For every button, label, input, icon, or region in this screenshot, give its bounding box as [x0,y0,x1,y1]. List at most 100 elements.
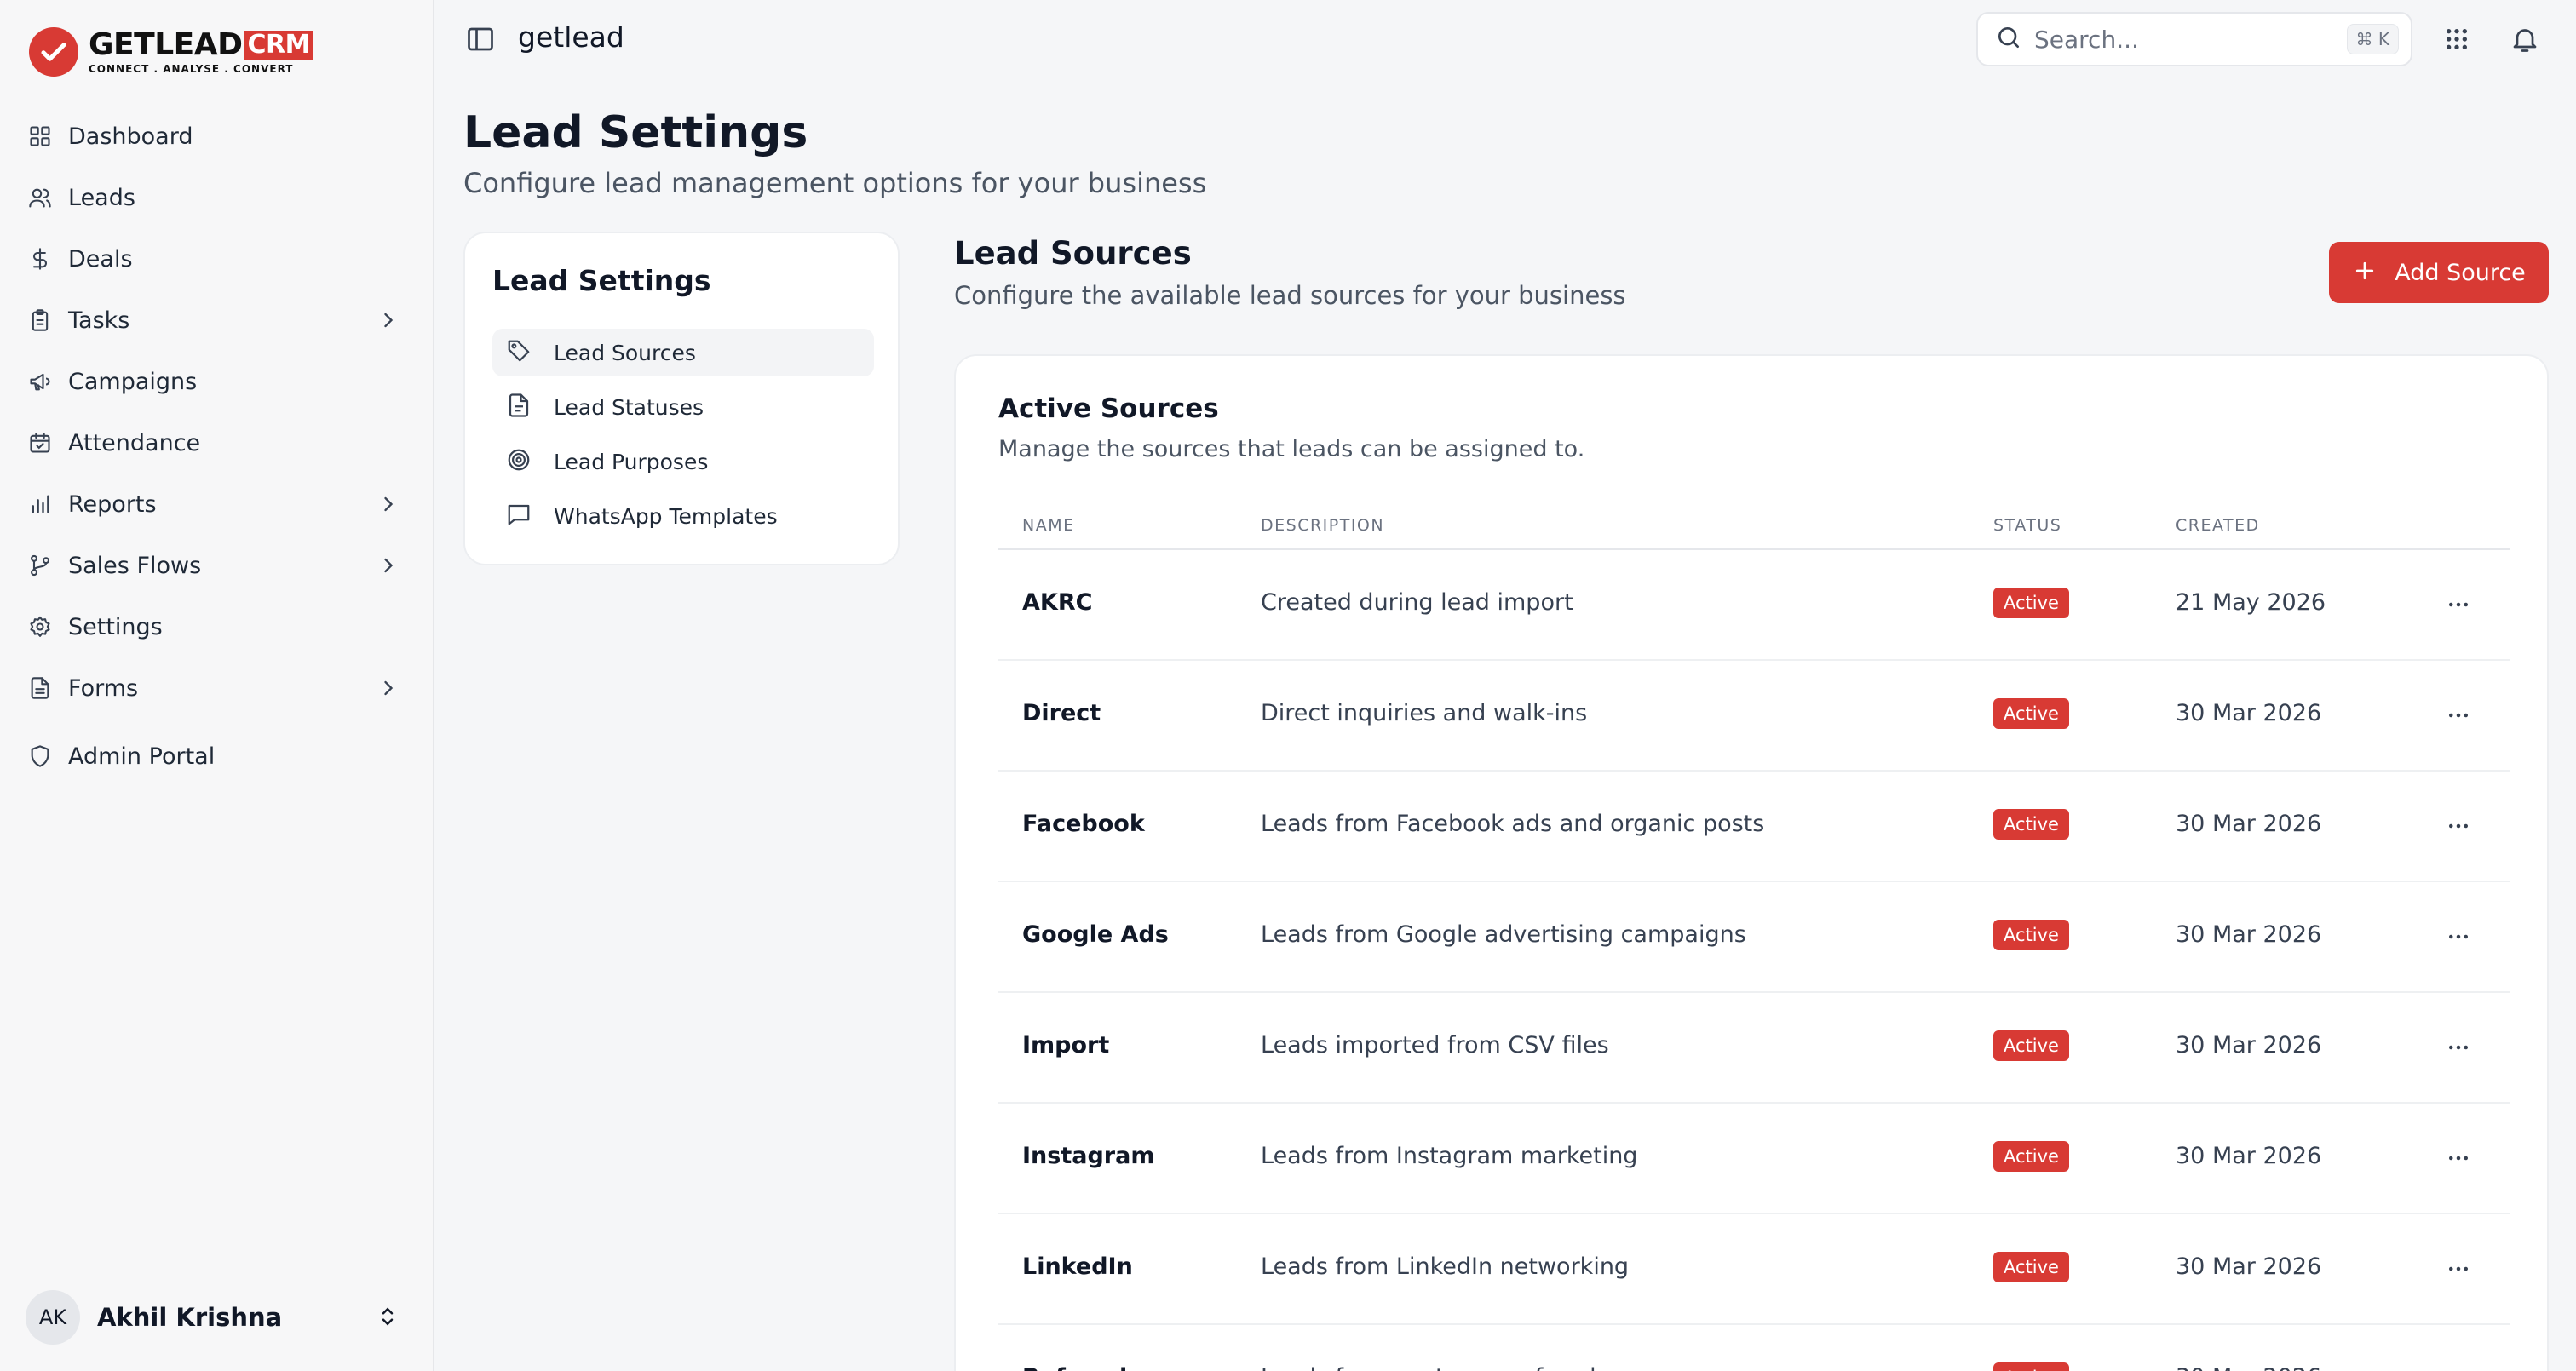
section-subtitle: Configure the available lead sources for… [954,281,1626,310]
sidebar-item-label: Sales Flows [68,552,202,579]
column-header-created: CREATED [2176,516,2260,535]
source-description: Created during lead import [1261,589,1573,616]
source-description: Direct inquiries and walk-ins [1261,700,1588,726]
sidebar-item-settings[interactable]: Settings [26,603,409,651]
row-more-icon[interactable] [2435,802,2482,850]
status-badge: Active [1993,1141,2069,1172]
source-description: Leads imported from CSV files [1261,1032,1609,1058]
table-row: AKRC Created during lead import Active 2… [998,550,2510,661]
search-shortcut-badge: ⌘ K [2346,24,2399,54]
settings-nav-label: Lead Sources [554,340,696,365]
column-header-status: STATUS [1993,516,2062,535]
settings-nav-label: WhatsApp Templates [554,503,778,529]
sources-table-card: Active Sources Manage the sources that l… [954,354,2549,1371]
search-icon [1995,24,2022,54]
brand-logo[interactable]: GETLEAD CRM CONNECT . ANALYSE . CONVERT [29,27,313,77]
row-more-icon[interactable] [2435,1245,2482,1293]
brand-name: GETLEAD [89,27,243,62]
megaphone-icon [26,367,55,396]
shield-icon [26,742,55,771]
source-created-date: 30 Mar 2026 [2176,1364,2321,1371]
source-name: AKRC [1022,589,1093,616]
settings-nav-label: Lead Purposes [554,449,709,474]
file-text-icon [26,674,55,703]
chevron-right-icon [377,308,400,336]
clipboard-icon [26,306,55,335]
source-description: Leads from customer referrals [1261,1364,1608,1371]
column-header-description: DESCRIPTION [1261,516,1385,535]
user-menu[interactable]: AK Akhil Krishna [26,1290,409,1345]
add-source-label: Add Source [2395,259,2526,286]
status-badge: Active [1993,1030,2069,1061]
status-badge: Active [1993,588,2069,618]
source-name: Google Ads [1022,921,1169,948]
page-subtitle: Configure lead management options for yo… [463,167,1207,199]
document-icon [506,393,532,422]
sidebar-item-label: Admin Portal [68,743,216,770]
row-more-icon[interactable] [2435,581,2482,628]
bar-chart-icon [26,490,55,519]
sidebar-item-label: Tasks [68,307,130,334]
status-badge: Active [1993,809,2069,840]
source-name: Direct [1022,700,1101,726]
brand-crm: CRM [244,31,313,60]
git-branch-icon [26,551,55,580]
sidebar-toggle-icon[interactable] [465,24,496,58]
row-more-icon[interactable] [2435,1024,2482,1071]
sidebar-item-tasks[interactable]: Tasks [26,296,409,344]
sidebar-item-admin-portal[interactable]: Admin Portal [26,732,409,780]
row-more-icon[interactable] [2435,913,2482,961]
row-more-icon[interactable] [2435,1134,2482,1182]
source-created-date: 30 Mar 2026 [2176,921,2322,948]
table-row: LinkedIn Leads from LinkedIn networking … [998,1214,2510,1325]
sidebar-item-deals[interactable]: Deals [26,235,409,283]
table-header: NAME DESCRIPTION STATUS CREATED [998,499,2510,550]
source-created-date: 21 May 2026 [2176,589,2326,616]
status-badge: Active [1993,698,2069,729]
source-description: Leads from Google advertising campaigns [1261,921,1746,948]
source-created-date: 30 Mar 2026 [2176,700,2322,726]
column-header-name: NAME [1022,516,1075,535]
source-description: Leads from Instagram marketing [1261,1143,1638,1169]
sidebar-item-attendance[interactable]: Attendance [26,419,409,467]
source-created-date: 30 Mar 2026 [2176,1253,2322,1280]
table-title: Active Sources [998,393,1219,424]
sidebar-item-label: Settings [68,613,163,640]
sidebar-item-leads[interactable]: Leads [26,174,409,221]
dollar-icon [26,244,55,273]
source-created-date: 30 Mar 2026 [2176,811,2322,837]
settings-nav-whatsapp-templates[interactable]: WhatsApp Templates [492,492,874,540]
sidebar-item-label: Reports [68,490,157,518]
sidebar-item-reports[interactable]: Reports [26,480,409,528]
source-name: Facebook [1022,811,1145,837]
message-icon [506,502,532,531]
source-name: LinkedIn [1022,1253,1133,1280]
grid-icon [26,122,55,151]
bell-icon[interactable] [2510,24,2540,58]
settings-nav-lead-purposes[interactable]: Lead Purposes [492,438,874,485]
sidebar-item-campaigns[interactable]: Campaigns [26,358,409,405]
status-badge: Active [1993,1362,2069,1371]
chevron-right-icon [377,492,400,519]
table-row: Instagram Leads from Instagram marketing… [998,1104,2510,1214]
row-more-icon[interactable] [2435,691,2482,739]
row-more-icon[interactable] [2435,1356,2482,1371]
search-box[interactable]: ⌘ K [1976,12,2412,66]
settings-nav-lead-sources[interactable]: Lead Sources [492,329,874,376]
add-source-button[interactable]: Add Source [2329,242,2549,303]
sidebar-item-label: Forms [68,674,139,702]
brand-tagline: CONNECT . ANALYSE . CONVERT [89,63,294,75]
status-badge: Active [1993,1252,2069,1282]
settings-nav-lead-statuses[interactable]: Lead Statuses [492,383,874,431]
chevrons-up-down-icon [375,1304,400,1333]
sidebar-item-forms[interactable]: Forms [26,664,409,712]
sidebar: GETLEAD CRM CONNECT . ANALYSE . CONVERT … [0,0,434,1371]
chevron-right-icon [377,676,400,703]
sidebar-item-label: Campaigns [68,368,198,395]
sidebar-item-dashboard[interactable]: Dashboard [26,112,409,160]
workspace-name: getlead [518,20,624,54]
plus-icon [2352,258,2378,287]
sidebar-item-sales-flows[interactable]: Sales Flows [26,542,409,589]
search-input[interactable] [2034,25,2341,54]
apps-grid-icon[interactable] [2443,26,2470,56]
